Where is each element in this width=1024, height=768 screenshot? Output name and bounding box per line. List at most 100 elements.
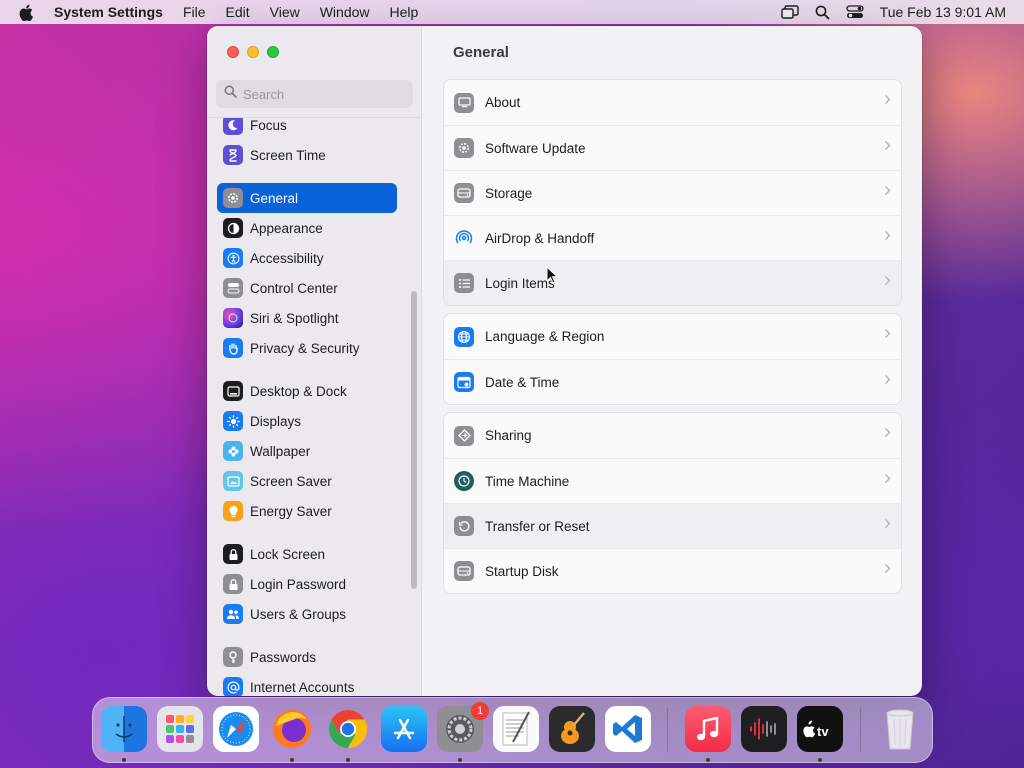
sidebar-item-users-groups[interactable]: Users & Groups	[217, 599, 397, 629]
storage-icon	[454, 183, 474, 203]
dock-chrome-icon[interactable]	[325, 706, 371, 752]
chevron-right-icon	[885, 564, 891, 573]
edit-menu[interactable]: Edit	[216, 0, 260, 24]
sidebar-item-label: Privacy & Security	[250, 340, 360, 356]
svg-text:tv: tv	[817, 724, 829, 739]
sidebar-item-label: Wallpaper	[250, 443, 311, 459]
zoom-button[interactable]	[267, 46, 279, 58]
row-label: Date & Time	[485, 374, 560, 390]
dock-finder-icon[interactable]	[101, 706, 147, 752]
sidebar-item-label: Appearance	[250, 220, 323, 236]
screen-mirroring-icon[interactable]	[780, 5, 799, 19]
row-date-time[interactable]: Date & Time	[444, 359, 901, 404]
sidebar-item-internet-accounts[interactable]: Internet Accounts	[217, 672, 397, 696]
chevron-right-icon	[885, 186, 891, 195]
app-menu[interactable]: System Settings	[52, 0, 173, 24]
sidebar-item-control-center[interactable]: Control Center	[217, 273, 397, 303]
control-center-icon	[223, 278, 243, 298]
file-menu[interactable]: File	[173, 0, 216, 24]
sidebar-scrollbar[interactable]	[411, 291, 417, 589]
dock-textedit-icon[interactable]	[493, 706, 539, 752]
dock-tv-icon[interactable]: tv	[797, 706, 843, 752]
sidebar-item-screen-saver[interactable]: Screen Saver	[217, 466, 397, 496]
view-menu[interactable]: View	[260, 0, 310, 24]
sidebar-item-login-password[interactable]: Login Password	[217, 569, 397, 599]
dock-separator	[667, 708, 668, 752]
calendar-icon	[454, 372, 474, 392]
sidebar-item-energy-saver[interactable]: Energy Saver	[217, 496, 397, 526]
accessibility-icon	[223, 248, 243, 268]
sidebar-item-label: Login Password	[250, 576, 347, 592]
bulb-icon	[223, 501, 243, 521]
row-label: About	[485, 95, 521, 110]
sharing-icon	[454, 425, 474, 446]
sidebar-item-focus[interactable]: Focus	[217, 118, 397, 140]
dock-vscode-icon[interactable]	[605, 706, 651, 752]
sidebar-item-displays[interactable]: Displays	[217, 406, 397, 436]
sidebar-item-privacy-security[interactable]: Privacy & Security	[217, 333, 397, 363]
window-menu[interactable]: Window	[310, 0, 380, 24]
sidebar-item-passwords[interactable]: Passwords	[217, 642, 397, 672]
search-icon	[224, 85, 237, 103]
close-button[interactable]	[227, 46, 239, 58]
sidebar-item-label: Accessibility	[250, 250, 324, 266]
sidebar-item-screen-time[interactable]: Screen Time	[217, 140, 397, 170]
row-label: Transfer or Reset	[485, 518, 590, 534]
menubar-clock[interactable]: Tue Feb 13 9:01 AM	[880, 4, 1006, 20]
software-update-icon	[454, 138, 474, 158]
airdrop-icon	[454, 228, 474, 248]
row-label: Time Machine	[485, 473, 570, 489]
row-login-items[interactable]: Login Items	[444, 260, 901, 305]
sidebar-item-label: Internet Accounts	[250, 679, 355, 695]
row-label: Language & Region	[485, 329, 605, 344]
dock-trash-icon[interactable]	[877, 706, 923, 752]
screensaver-icon	[223, 471, 243, 491]
row-airdrop-handoff[interactable]: AirDrop & Handoff	[444, 215, 901, 260]
dock-music-icon[interactable]	[685, 706, 731, 752]
row-label: Login Items	[485, 275, 555, 291]
row-label: Startup Disk	[485, 563, 559, 579]
siri-icon	[223, 308, 243, 328]
search-field[interactable]	[216, 80, 413, 108]
apple-menu-icon[interactable]	[0, 4, 52, 21]
sidebar-item-general[interactable]: General	[217, 183, 397, 213]
search-input[interactable]	[243, 86, 403, 102]
dock: 1 tv	[92, 697, 933, 763]
menu-bar: System Settings File Edit View Window He…	[0, 0, 1024, 24]
row-about[interactable]: About	[444, 80, 901, 125]
list-icon	[454, 273, 474, 293]
sidebar-item-lock-screen[interactable]: Lock Screen	[217, 539, 397, 569]
row-startup-disk[interactable]: Startup Disk	[444, 548, 901, 593]
dock-safari-icon[interactable]	[213, 706, 259, 752]
dock-icon	[223, 381, 243, 401]
chevron-right-icon	[885, 474, 891, 483]
row-sharing[interactable]: Sharing	[444, 413, 901, 458]
dock-garageband-icon[interactable]	[549, 706, 595, 752]
dock-app-store-icon[interactable]	[381, 706, 427, 752]
help-menu[interactable]: Help	[380, 0, 429, 24]
sidebar-item-wallpaper[interactable]: Wallpaper	[217, 436, 397, 466]
dock-system-settings-icon[interactable]: 1	[437, 702, 489, 752]
window-controls	[227, 46, 279, 58]
row-storage[interactable]: Storage	[444, 170, 901, 215]
dock-voice-memos-icon[interactable]	[741, 706, 787, 752]
control-center-icon[interactable]	[846, 5, 864, 19]
sidebar-item-siri-spotlight[interactable]: Siri & Spotlight	[217, 303, 397, 333]
dock-firefox-icon[interactable]	[269, 706, 315, 752]
spotlight-search-icon[interactable]	[815, 5, 830, 20]
sidebar-item-desktop-dock[interactable]: Desktop & Dock	[217, 376, 397, 406]
sidebar-item-appearance[interactable]: Appearance	[217, 213, 397, 243]
dock-running-indicator	[290, 758, 294, 762]
sidebar-item-label: Screen Saver	[250, 473, 332, 489]
dock-separator	[860, 708, 861, 752]
minimize-button[interactable]	[247, 46, 259, 58]
row-time-machine[interactable]: Time Machine	[444, 458, 901, 503]
row-transfer-reset[interactable]: Transfer or Reset	[444, 503, 901, 548]
row-software-update[interactable]: Software Update	[444, 125, 901, 170]
settings-group-system: About Software Update Storage AirDrop & …	[443, 79, 902, 306]
row-language-region[interactable]: Language & Region	[444, 314, 901, 359]
sidebar-item-label: Displays	[250, 413, 302, 429]
sidebar-item-label: General	[250, 190, 299, 206]
sidebar-item-accessibility[interactable]: Accessibility	[217, 243, 397, 273]
dock-launchpad-icon[interactable]	[157, 706, 203, 752]
